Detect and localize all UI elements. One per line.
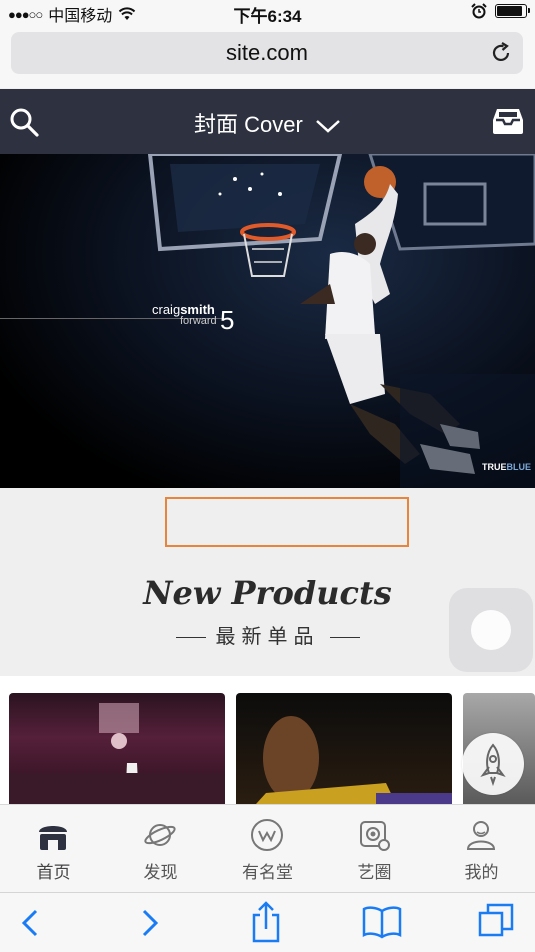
app-tab-bar: 首页 发现 有名堂 艺圈 我的 [0, 804, 535, 892]
subtitle-divider-left [175, 637, 206, 639]
url-text: site.com [226, 40, 308, 65]
rocket-icon [480, 743, 506, 787]
product-card[interactable] [236, 693, 452, 804]
share-icon[interactable] [246, 901, 286, 943]
battery-icon [495, 4, 530, 18]
browser-toolbar [0, 892, 535, 952]
status-bar: ●●●○○ 中国移动 下午6:34 [0, 0, 535, 26]
tab-art-circle[interactable]: 艺圈 [321, 805, 428, 893]
battery-level [497, 6, 522, 16]
tab-discover[interactable]: 发现 [107, 805, 214, 893]
rocket-float-button[interactable] [462, 733, 524, 795]
assistive-touch-button[interactable] [449, 588, 533, 672]
url-field[interactable]: site.com [11, 32, 523, 74]
product-carousel [0, 676, 535, 804]
inbox-icon[interactable] [491, 106, 525, 136]
player-caption: craigsmith forward 5 [152, 302, 235, 335]
page-title: 封面 Cover [194, 112, 303, 137]
tab-home[interactable]: 首页 [0, 805, 107, 893]
cover-dropdown[interactable]: 封面 Cover [0, 107, 535, 139]
alarm-icon [471, 3, 487, 19]
tab-mine[interactable]: 我的 [428, 805, 535, 893]
subtitle-divider-right [329, 637, 360, 639]
highlight-box [165, 497, 409, 547]
chevron-down-icon [316, 120, 340, 133]
reload-icon[interactable] [489, 41, 513, 65]
product-image [256, 716, 452, 804]
w-badge-icon [251, 819, 283, 851]
planet-icon [144, 824, 176, 846]
art-circle-icon [360, 821, 390, 851]
back-icon[interactable] [12, 905, 52, 941]
tab-famous-hall[interactable]: 有名堂 [214, 805, 321, 893]
hero-basketball-image [147, 154, 535, 488]
tabs-icon[interactable] [476, 903, 516, 939]
product-image [9, 703, 225, 804]
hero-banner[interactable]: craigsmith forward 5 TRUEBLUE [0, 154, 535, 488]
product-card[interactable] [9, 693, 225, 804]
browser-address-area: site.com [0, 24, 535, 88]
app-header: 封面 Cover [0, 89, 535, 154]
home-icon [39, 826, 67, 850]
user-icon [466, 821, 496, 850]
brand-watermark: TRUEBLUE [482, 462, 531, 472]
forward-icon[interactable] [128, 905, 168, 941]
bookmarks-icon[interactable] [362, 903, 402, 939]
